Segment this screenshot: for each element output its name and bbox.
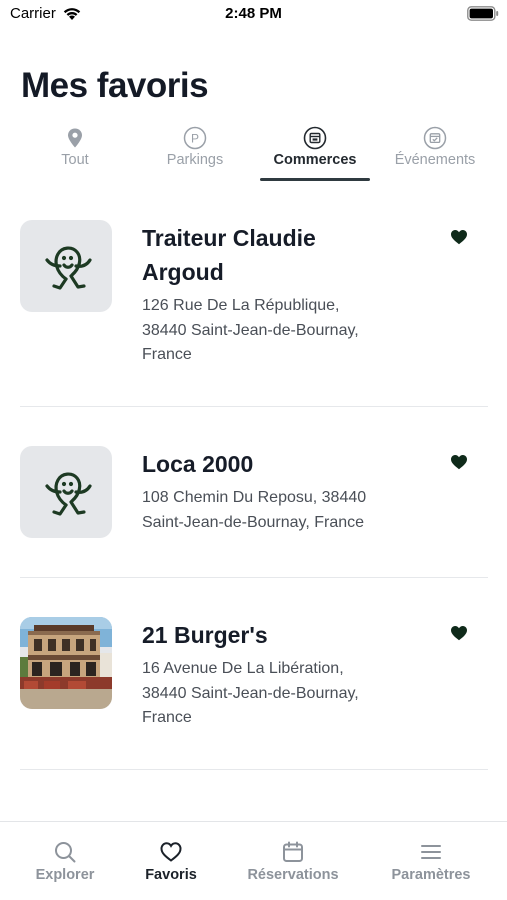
tab-label: Tout bbox=[61, 152, 89, 168]
tab-tout[interactable]: Tout bbox=[15, 122, 135, 182]
battery-icon bbox=[467, 6, 499, 21]
business-thumbnail bbox=[20, 220, 112, 312]
divider bbox=[20, 769, 488, 770]
parking-icon: P bbox=[183, 126, 207, 150]
heart-icon bbox=[160, 842, 182, 862]
tab-label: Favoris bbox=[145, 867, 197, 883]
page-title: Mes favoris bbox=[21, 66, 209, 105]
business-name: Traiteur Claudie Argoud bbox=[142, 225, 316, 285]
tab-favoris[interactable]: Favoris bbox=[108, 822, 234, 892]
tab-commerces[interactable]: Commerces bbox=[255, 122, 375, 182]
tab-label: Événements bbox=[394, 152, 476, 168]
business-address: 126 Rue De La République, 38440 Saint-Je… bbox=[142, 297, 359, 363]
active-tab-indicator bbox=[260, 178, 370, 181]
business-address: 108 Chemin Du Reposu, 38440 Saint-Jean-d… bbox=[142, 489, 367, 531]
favorite-heart-icon[interactable] bbox=[450, 229, 468, 245]
map-pin-icon bbox=[68, 128, 82, 148]
business-address: 16 Avenue De La Libération, 38440 Saint-… bbox=[142, 660, 359, 726]
business-thumbnail bbox=[20, 446, 112, 538]
favorite-heart-icon[interactable] bbox=[450, 454, 468, 470]
business-thumbnail bbox=[20, 617, 112, 709]
tab-label: Commerces bbox=[273, 152, 357, 168]
tab-parkings[interactable]: P Parkings bbox=[135, 122, 255, 182]
tab-parametres[interactable]: Paramètres bbox=[368, 822, 494, 892]
bottom-tab-bar: Explorer Favoris Réservations Paramètres bbox=[0, 821, 507, 900]
divider bbox=[20, 406, 488, 407]
search-icon bbox=[55, 842, 76, 863]
tab-evenements[interactable]: Événements bbox=[375, 122, 495, 182]
divider bbox=[20, 577, 488, 578]
mascot-logo-icon bbox=[45, 472, 92, 516]
business-name: Loca 2000 bbox=[142, 451, 254, 477]
store-icon bbox=[303, 126, 327, 150]
favorites-screen: Carrier 2:48 PM Mes favoris Tout P Parki… bbox=[0, 0, 507, 900]
status-bar: Carrier 2:48 PM bbox=[0, 0, 507, 30]
calendar-icon bbox=[423, 126, 447, 150]
calendar-icon bbox=[283, 841, 303, 862]
tab-label: Réservations bbox=[247, 867, 339, 883]
restaurant-photo bbox=[20, 617, 112, 709]
svg-text:P: P bbox=[191, 131, 199, 145]
business-name: 21 Burger's bbox=[142, 622, 268, 648]
favorite-heart-icon[interactable] bbox=[450, 625, 468, 641]
filter-tabs: Tout P Parkings Commerces Événements bbox=[0, 122, 507, 182]
tab-reservations[interactable]: Réservations bbox=[230, 822, 356, 892]
mascot-logo-icon bbox=[45, 246, 92, 290]
tab-label: Paramètres bbox=[391, 867, 471, 883]
clock: 2:48 PM bbox=[225, 5, 282, 22]
tab-label: Parkings bbox=[166, 152, 224, 168]
menu-icon bbox=[421, 845, 441, 859]
